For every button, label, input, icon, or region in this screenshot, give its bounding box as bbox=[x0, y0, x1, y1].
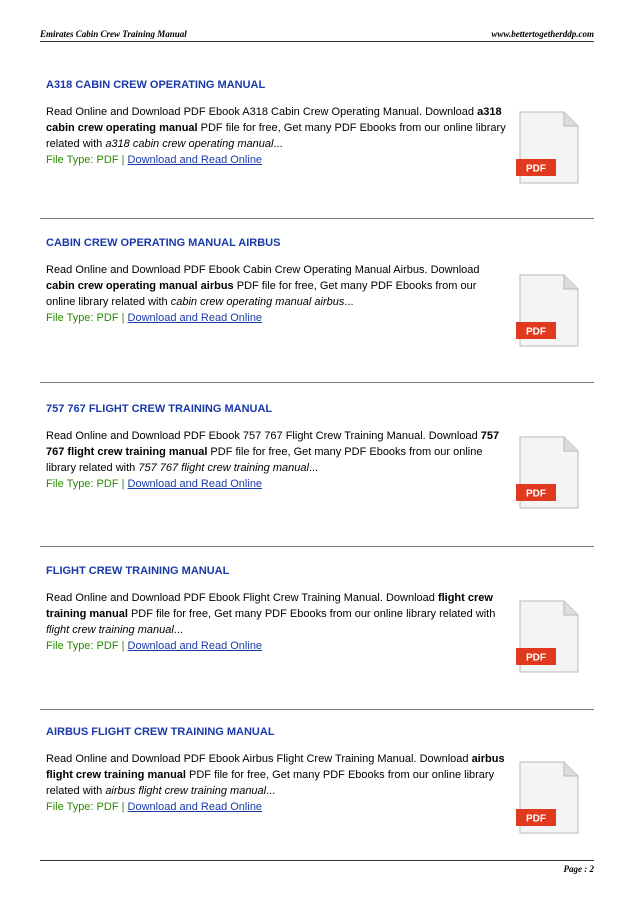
file-type-line: File Type: PDF | Download and Read Onlin… bbox=[46, 640, 263, 652]
file-type-line: File Type: PDF | Download and Read Onlin… bbox=[46, 801, 263, 813]
svg-text:PDF: PDF bbox=[526, 814, 546, 825]
download-link[interactable]: Download and Read Online bbox=[128, 312, 263, 324]
keyword-italic: a318 cabin crew operating manual bbox=[105, 138, 274, 150]
keyword-italic: flight crew training manual bbox=[46, 624, 174, 636]
entry: AIRBUS FLIGHT CREW TRAINING MANUAL Read … bbox=[46, 725, 596, 834]
entry-separator bbox=[40, 382, 594, 383]
entry: 757 767 FLIGHT CREW TRAINING MANUAL Read… bbox=[46, 402, 596, 509]
pdf-file-icon[interactable]: PDF bbox=[516, 274, 580, 348]
entry-separator bbox=[40, 218, 594, 219]
svg-text:PDF: PDF bbox=[526, 489, 546, 500]
entry-description: Read Online and Download PDF Ebook Airbu… bbox=[46, 753, 505, 813]
header-document-title: Emirates Cabin Crew Training Manual bbox=[40, 29, 187, 39]
keyword-bold: cabin crew operating manual airbus bbox=[46, 280, 234, 292]
entry-title: FLIGHT CREW TRAINING MANUAL bbox=[46, 565, 230, 577]
entry-title: CABIN CREW OPERATING MANUAL AIRBUS bbox=[46, 237, 281, 249]
entry-description: Read Online and Download PDF Ebook Fligh… bbox=[46, 592, 496, 652]
footer-rule bbox=[40, 860, 594, 861]
keyword-italic: airbus flight crew training manual bbox=[105, 785, 267, 797]
entry-description: Read Online and Download PDF Ebook Cabin… bbox=[46, 264, 480, 324]
pdf-file-icon[interactable]: PDF bbox=[516, 436, 580, 510]
header-website: www.bettertogetherddp.com bbox=[491, 29, 594, 39]
entry: CABIN CREW OPERATING MANUAL AIRBUS Read … bbox=[46, 236, 596, 347]
entry: FLIGHT CREW TRAINING MANUAL Read Online … bbox=[46, 564, 596, 673]
page-number: Page : 2 bbox=[563, 864, 595, 874]
download-link[interactable]: Download and Read Online bbox=[128, 640, 263, 652]
entry-title: A318 CABIN CREW OPERATING MANUAL bbox=[46, 79, 266, 91]
svg-text:PDF: PDF bbox=[526, 164, 546, 175]
svg-text:PDF: PDF bbox=[526, 327, 546, 338]
entry-title: AIRBUS FLIGHT CREW TRAINING MANUAL bbox=[46, 726, 275, 738]
entry-description: Read Online and Download PDF Ebook 757 7… bbox=[46, 430, 500, 490]
download-link[interactable]: Download and Read Online bbox=[128, 478, 263, 490]
file-type-line: File Type: PDF | Download and Read Onlin… bbox=[46, 154, 263, 166]
download-link[interactable]: Download and Read Online bbox=[128, 801, 263, 813]
keyword-italic: 757 767 flight crew training manual bbox=[138, 462, 309, 474]
file-type-line: File Type: PDF | Download and Read Onlin… bbox=[46, 478, 263, 490]
download-link[interactable]: Download and Read Online bbox=[128, 154, 263, 166]
page-footer: Page : 2 bbox=[40, 864, 595, 878]
pdf-file-icon[interactable]: PDF bbox=[516, 111, 580, 185]
pdf-file-icon[interactable]: PDF bbox=[516, 600, 580, 674]
entry-separator bbox=[40, 709, 594, 710]
keyword-italic: cabin crew operating manual airbus bbox=[170, 296, 345, 308]
entry: A318 CABIN CREW OPERATING MANUAL Read On… bbox=[46, 78, 596, 184]
header-rule bbox=[40, 41, 594, 42]
page-header: Emirates Cabin Crew Training Manual www.… bbox=[40, 27, 594, 41]
entry-description: Read Online and Download PDF Ebook A318 … bbox=[46, 106, 506, 166]
file-type-line: File Type: PDF | Download and Read Onlin… bbox=[46, 312, 263, 324]
entry-title: 757 767 FLIGHT CREW TRAINING MANUAL bbox=[46, 403, 273, 415]
entry-separator bbox=[40, 546, 594, 547]
svg-text:PDF: PDF bbox=[526, 653, 546, 664]
pdf-file-icon[interactable]: PDF bbox=[516, 761, 580, 835]
